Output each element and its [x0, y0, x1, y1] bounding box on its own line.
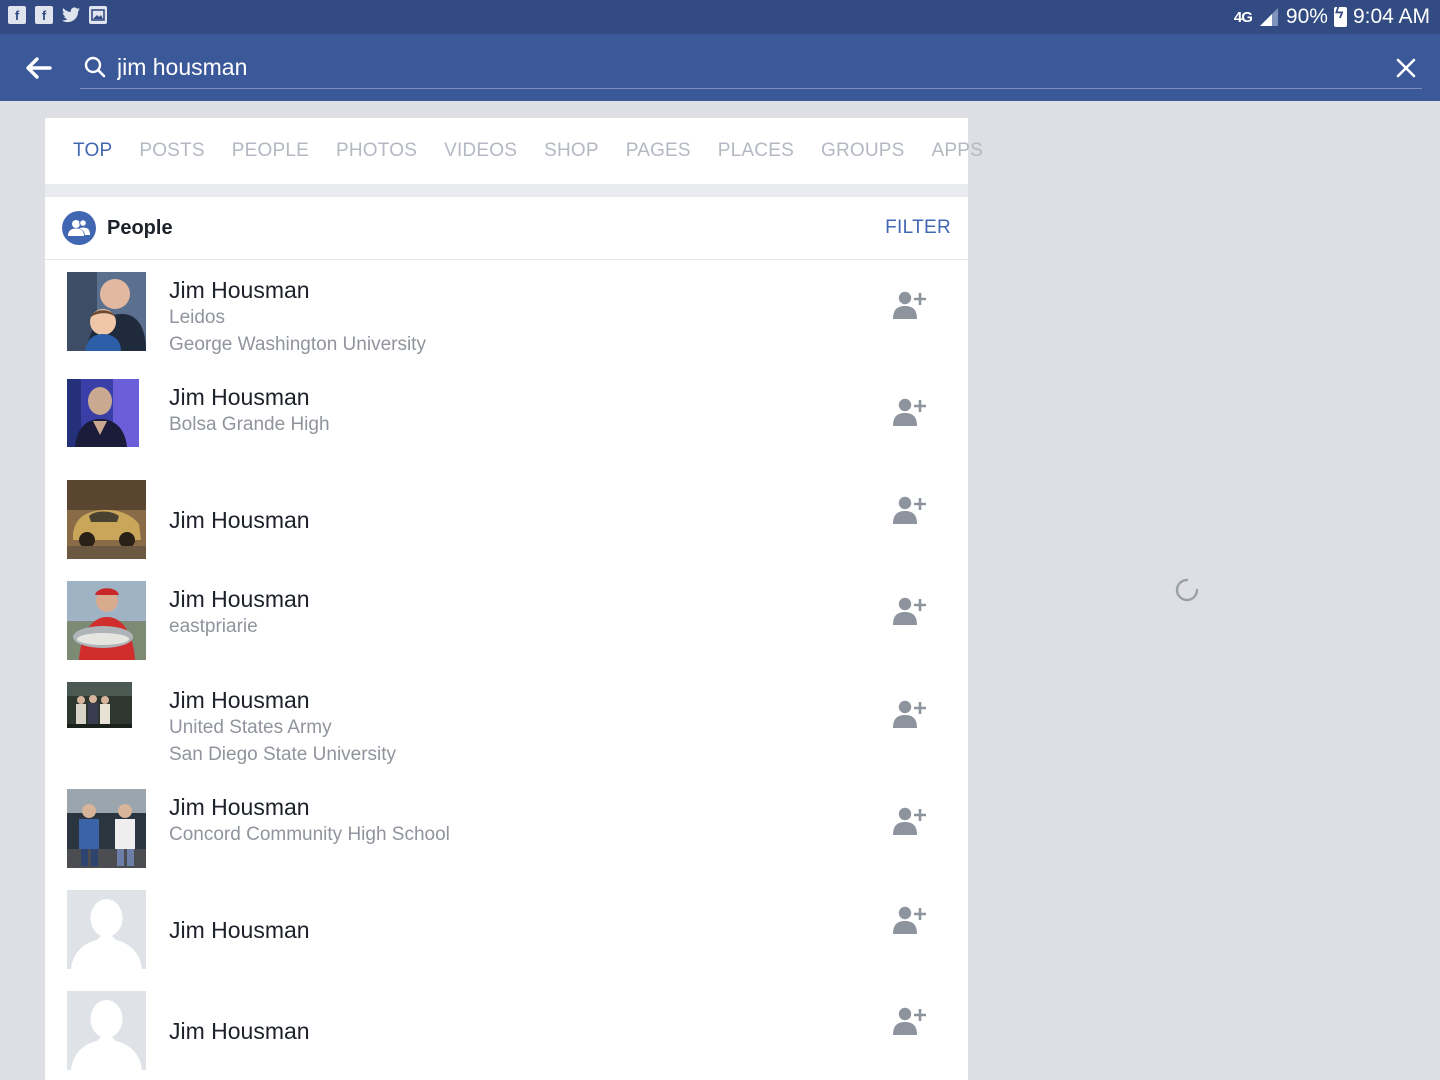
- person-name[interactable]: Jim Housman: [169, 686, 396, 714]
- profile-photo[interactable]: [67, 480, 146, 559]
- default-avatar-icon: [67, 890, 146, 969]
- list-item[interactable]: Jim Housman Leidos George Washington Uni…: [45, 261, 968, 368]
- add-friend-button[interactable]: [889, 392, 929, 432]
- list-item[interactable]: Jim Housman United States Army San Diego…: [45, 671, 968, 778]
- clear-search-button[interactable]: [1392, 54, 1420, 82]
- divider: [45, 184, 968, 197]
- person-name[interactable]: Jim Housman: [169, 585, 310, 613]
- gallery-icon: [89, 6, 107, 24]
- search-header: [0, 34, 1440, 101]
- back-arrow-icon: [26, 57, 52, 79]
- tab-posts[interactable]: POSTS: [139, 140, 204, 162]
- profile-photo[interactable]: [67, 890, 146, 969]
- add-friend-icon: [893, 1007, 926, 1035]
- tab-apps[interactable]: APPS: [932, 140, 984, 162]
- people-icon: [62, 211, 96, 245]
- person-name[interactable]: Jim Housman: [169, 916, 310, 944]
- back-button[interactable]: [18, 48, 58, 88]
- search-input[interactable]: [117, 52, 1357, 82]
- profile-photo[interactable]: [67, 991, 146, 1070]
- search-tabs: TOP POSTS PEOPLE PHOTOS VIDEOS SHOP PAGE…: [45, 118, 983, 184]
- tab-photos[interactable]: PHOTOS: [336, 140, 417, 162]
- profile-photo[interactable]: [67, 789, 146, 868]
- add-friend-icon: [893, 700, 926, 728]
- person-info: Jim Housman Concord Community High Schoo…: [169, 793, 450, 848]
- add-friend-button[interactable]: [889, 285, 929, 325]
- person-detail: San Diego State University: [169, 744, 397, 765]
- person-name[interactable]: Jim Housman: [169, 793, 450, 821]
- signal-icon: [1259, 8, 1278, 26]
- twitter-icon: [62, 6, 80, 24]
- close-icon: [1396, 58, 1416, 78]
- search-results-panel: TOP POSTS PEOPLE PHOTOS VIDEOS SHOP PAGE…: [45, 118, 983, 1080]
- default-avatar-icon: [67, 991, 146, 1070]
- add-friend-button[interactable]: [889, 490, 929, 530]
- notification-icons: f f: [8, 6, 107, 24]
- tab-groups[interactable]: GROUPS: [821, 140, 905, 162]
- status-bar: f f 4G 90% 9:04 AM: [0, 0, 1440, 34]
- person-detail: Bolsa Grande High: [169, 414, 330, 435]
- profile-photo[interactable]: [67, 272, 146, 351]
- person-name[interactable]: Jim Housman: [169, 1017, 310, 1045]
- person-info: Jim Housman: [169, 916, 310, 944]
- person-detail: eastpriarie: [169, 616, 258, 637]
- add-friend-icon: [893, 291, 926, 319]
- person-info: Jim Housman: [169, 506, 310, 534]
- clock: 9:04 AM: [1352, 5, 1430, 28]
- tab-shop[interactable]: SHOP: [544, 140, 599, 162]
- profile-photo[interactable]: [67, 581, 146, 660]
- network-type: 4G: [1233, 8, 1253, 26]
- list-item[interactable]: Jim Housman: [45, 469, 968, 570]
- person-name[interactable]: Jim Housman: [169, 383, 330, 411]
- list-item[interactable]: Jim Housman Bolsa Grande High: [45, 368, 968, 469]
- add-friend-icon: [893, 597, 926, 625]
- person-detail: United States Army: [169, 717, 332, 738]
- tab-people[interactable]: PEOPLE: [232, 140, 309, 162]
- person-name[interactable]: Jim Housman: [169, 276, 426, 304]
- person-detail: George Washington University: [169, 334, 426, 355]
- add-friend-button[interactable]: [889, 694, 929, 734]
- add-friend-button[interactable]: [889, 900, 929, 940]
- person-info: Jim Housman United States Army San Diego…: [169, 686, 396, 768]
- list-item[interactable]: Jim Housman eastpriarie: [45, 570, 968, 671]
- battery-percent: 90%: [1285, 5, 1328, 28]
- facebook-icon: f: [8, 6, 26, 24]
- people-results-list: Jim Housman Leidos George Washington Uni…: [45, 261, 968, 1080]
- tab-top[interactable]: TOP: [73, 140, 112, 162]
- people-section-header: People FILTER: [45, 197, 968, 260]
- person-info: Jim Housman: [169, 1017, 310, 1045]
- add-friend-icon: [893, 398, 926, 426]
- battery-charging-icon: [1333, 5, 1347, 27]
- profile-photo[interactable]: [67, 379, 139, 447]
- loading-spinner-icon: [1175, 578, 1199, 602]
- list-item[interactable]: Jim Housman Concord Community High Schoo…: [45, 778, 968, 879]
- section-title: People: [107, 217, 173, 239]
- add-friend-icon: [893, 496, 926, 524]
- tab-pages[interactable]: PAGES: [626, 140, 691, 162]
- facebook-icon: f: [35, 6, 53, 24]
- person-info: Jim Housman eastpriarie: [169, 585, 310, 640]
- add-friend-button[interactable]: [889, 1001, 929, 1041]
- person-detail: Leidos: [169, 307, 225, 328]
- person-info: Jim Housman Leidos George Washington Uni…: [169, 276, 426, 358]
- add-friend-icon: [893, 807, 926, 835]
- tab-videos[interactable]: VIDEOS: [444, 140, 517, 162]
- list-item[interactable]: Jim Housman: [45, 879, 968, 980]
- person-detail: Concord Community High School: [169, 824, 450, 845]
- person-name[interactable]: Jim Housman: [169, 506, 310, 534]
- add-friend-button[interactable]: [889, 591, 929, 631]
- search-icon: [84, 56, 106, 78]
- add-friend-icon: [893, 906, 926, 934]
- search-field[interactable]: [80, 46, 1422, 89]
- person-info: Jim Housman Bolsa Grande High: [169, 383, 330, 438]
- tab-places[interactable]: PLACES: [718, 140, 794, 162]
- add-friend-button[interactable]: [889, 801, 929, 841]
- profile-photo[interactable]: [67, 682, 132, 728]
- status-indicators: 4G 90% 9:04 AM: [1234, 5, 1430, 29]
- list-item[interactable]: Jim Housman: [45, 980, 968, 1080]
- filter-button[interactable]: FILTER: [885, 217, 951, 239]
